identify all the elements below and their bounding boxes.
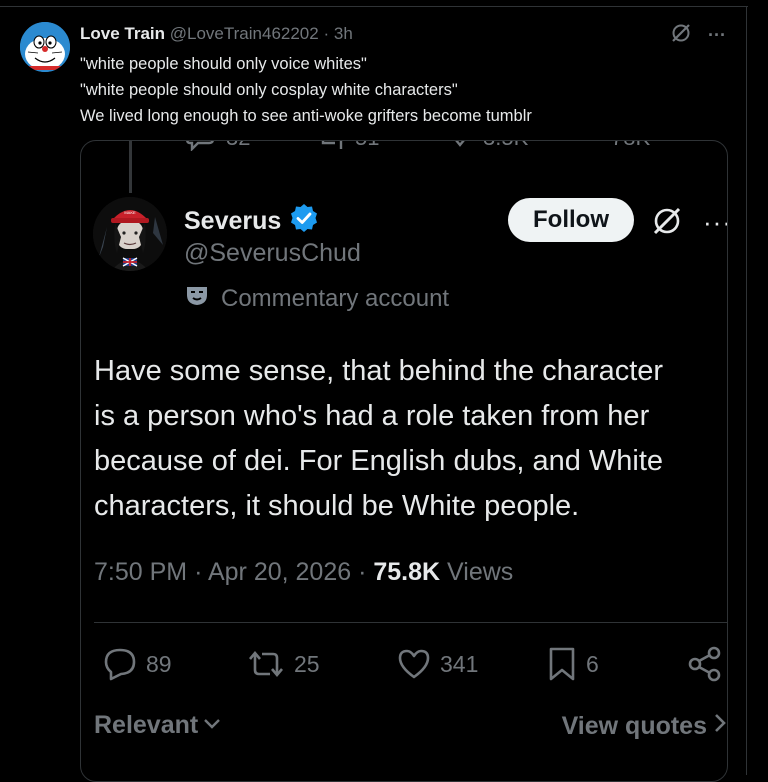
post-body-line: because of dei. For English dubs, and Wh… [94, 445, 664, 477]
like-action: 341 [396, 646, 478, 682]
previous-view-count: 78K [611, 141, 650, 151]
attached-image[interactable]: 32 51 3.5K 78K MAKE [80, 140, 728, 782]
author-name-row: Severus [184, 203, 319, 240]
chevron-down-icon [202, 711, 222, 740]
tweet-text-line: We lived long enough to see anti-woke gr… [80, 107, 532, 125]
post-meta: 7:50 PM · Apr 20, 2026 · 75.8K Views [94, 558, 513, 587]
doraemon-avatar-icon [20, 22, 70, 72]
repost-icon [246, 646, 286, 682]
grok-icon [651, 205, 683, 242]
search-icon [701, 141, 725, 158]
view-quotes-label: View quotes [561, 712, 707, 740]
thread-connector [129, 141, 132, 193]
tweet-time[interactable]: 3h [334, 24, 353, 43]
header-separator: · [323, 24, 330, 43]
repost-action: 25 [246, 646, 320, 682]
reply-action: 89 [102, 646, 172, 682]
previous-like-count: 3.5K [483, 141, 528, 151]
top-divider [0, 6, 748, 7]
post-body-line: is a person who's had a role taken from … [94, 400, 650, 432]
meta-separator: · [194, 558, 203, 586]
author-handle[interactable]: @LoveTrain462202 [170, 24, 319, 43]
post-time: 7:50 PM [94, 558, 188, 586]
account-label: Commentary account [185, 283, 449, 314]
post-actions: 89 25 341 6 [94, 646, 724, 690]
column-border [746, 6, 747, 775]
account-label-text: Commentary account [221, 284, 450, 312]
reply-icon [102, 646, 138, 682]
author-handle: @SeverusChud [184, 239, 361, 267]
masks-icon [185, 283, 209, 314]
tweet-text-line: "white people should only cosplay white … [80, 81, 458, 99]
more-options-icon[interactable]: ··· [708, 25, 726, 46]
repost-count: 25 [294, 650, 320, 677]
share-icon [688, 646, 722, 682]
like-icon [445, 141, 475, 158]
post-body-line: Have some sense, that behind the charact… [94, 355, 664, 387]
tweet-header-actions: ··· [670, 22, 726, 49]
profile-photo-icon: MAKE [93, 197, 167, 271]
post-date: Apr 20, 2026 [207, 558, 352, 586]
sort-replies: Relevant [94, 711, 222, 740]
reply-count: 89 [146, 650, 172, 677]
tweet-header: Love Train @LoveTrain462202 · 3h [80, 24, 353, 44]
follow-button: Follow [508, 198, 634, 242]
share-action [688, 646, 722, 682]
previous-repost-count: 51 [355, 141, 379, 151]
bookmark-count: 6 [586, 650, 599, 677]
views-label: Views [447, 558, 514, 586]
like-icon [396, 646, 432, 682]
reply-icon [186, 141, 214, 158]
divider [94, 622, 727, 623]
bookmark-action: 6 [546, 646, 599, 682]
views-count: 75.8K [373, 558, 441, 586]
chevron-right-icon [713, 711, 727, 742]
sort-label: Relevant [94, 711, 199, 739]
author-name: Severus [184, 207, 282, 235]
tweet-text-line: "white people should only voice whites" [80, 55, 367, 73]
post-body-line: characters, it should be White people. [94, 490, 580, 522]
previous-post-stats: 32 51 3.5K 78K [81, 141, 727, 158]
bookmark-icon [546, 646, 578, 682]
grok-icon[interactable] [670, 22, 692, 49]
post-body: Have some sense, that behind the charact… [94, 349, 724, 529]
repost-icon [317, 141, 347, 158]
more-options-icon: ··· [703, 207, 727, 237]
tweet-text: "white people should only voice whites" … [80, 51, 532, 129]
views-icon [577, 141, 603, 158]
like-count: 341 [440, 650, 479, 677]
avatar: MAKE [93, 197, 167, 271]
avatar[interactable] [20, 22, 70, 72]
previous-reply-count: 32 [226, 141, 250, 151]
author-name[interactable]: Love Train [80, 24, 165, 43]
meta-separator: · [358, 558, 367, 586]
svg-text:MAKE: MAKE [124, 210, 136, 215]
view-quotes-link: View quotes [562, 711, 727, 742]
verified-badge-icon [289, 203, 319, 240]
